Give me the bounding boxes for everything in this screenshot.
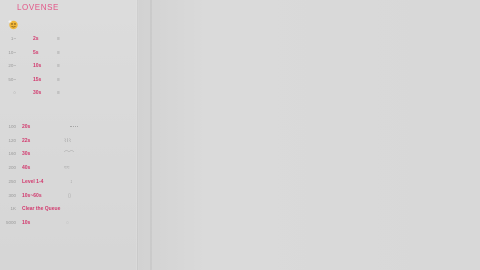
level-range: 1~ <box>10 36 16 41</box>
command-duration: 10s <box>22 220 31 226</box>
level-row-1: 1~ 2s ≡ <box>0 35 138 43</box>
level-duration: 15s <box>33 77 42 83</box>
vibration-icon: ≡ <box>57 36 60 42</box>
command-tokens: 160 <box>8 151 16 156</box>
command-row-8: 5000 10s ◌ <box>0 219 138 227</box>
level-row-4: 50~ 15s ≡ <box>0 76 138 84</box>
level-row-5: ○ 30s ≡ <box>0 89 138 97</box>
command-tokens: 5000 <box>5 220 16 225</box>
level-duration: 2s <box>33 36 39 42</box>
level-range: 20~ <box>8 63 16 68</box>
level-range: ○ <box>13 90 16 95</box>
random-icon: ▯ <box>68 193 71 199</box>
command-tokens: 300 <box>8 193 16 198</box>
command-tokens: 250 <box>8 179 16 184</box>
level-range: 50~ <box>8 77 16 82</box>
command-tokens: 200 <box>8 165 16 170</box>
command-duration: 30s <box>22 151 31 157</box>
level-duration: 30s <box>33 90 42 96</box>
command-row-5: 250 Level 1-4 ↕ <box>0 178 138 186</box>
command-tokens: 1K <box>10 206 16 211</box>
level-duration: 5s <box>33 50 39 56</box>
command-duration: Level 1-4 <box>22 179 44 185</box>
lovense-emoji-icon <box>8 20 18 30</box>
command-duration: 10s~60s <box>22 193 42 199</box>
level-duration: 10s <box>33 63 42 69</box>
command-row-7: 1K Clear the Queue <box>0 205 138 213</box>
level-range: 10~ <box>8 50 16 55</box>
video-area <box>138 0 480 270</box>
command-tokens: 100 <box>8 124 16 129</box>
command-duration: 22s <box>22 138 31 144</box>
vibration-icon: ≡ <box>57 50 60 56</box>
command-duration: 20s <box>22 124 31 130</box>
command-row-6: 300 10s~60s ▯ <box>0 192 138 200</box>
command-row-1: 100 20s <box>0 123 138 131</box>
command-tokens: 120 <box>8 138 16 143</box>
command-duration: Clear the Queue <box>22 206 61 212</box>
command-row-3: 160 30s ⌒⌒ <box>0 150 138 158</box>
pattern-icon: ≈≈ <box>64 165 70 171</box>
pulse-icon: ◌ <box>66 220 69 226</box>
command-row-2: 120 22s ⌇⌇⌇ <box>0 137 138 145</box>
pattern-icon: ⌒⌒ <box>64 151 75 157</box>
panel-edge-shadow <box>150 0 152 270</box>
level-row-3: 20~ 10s ≡ <box>0 62 138 70</box>
wave-icon <box>70 126 78 130</box>
command-duration: 40s <box>22 165 31 171</box>
vibration-icon: ≡ <box>57 90 60 96</box>
command-row-4: 200 40s ≈≈ <box>0 164 138 172</box>
wave-icon: ⌇⌇⌇ <box>64 138 72 144</box>
vibration-icon: ≡ <box>57 77 60 83</box>
lovense-logo: LOVENSE <box>17 3 59 12</box>
level-up-icon: ↕ <box>70 179 73 185</box>
level-row-2: 10~ 5s ≡ <box>0 49 138 57</box>
vibration-icon: ≡ <box>57 63 60 69</box>
